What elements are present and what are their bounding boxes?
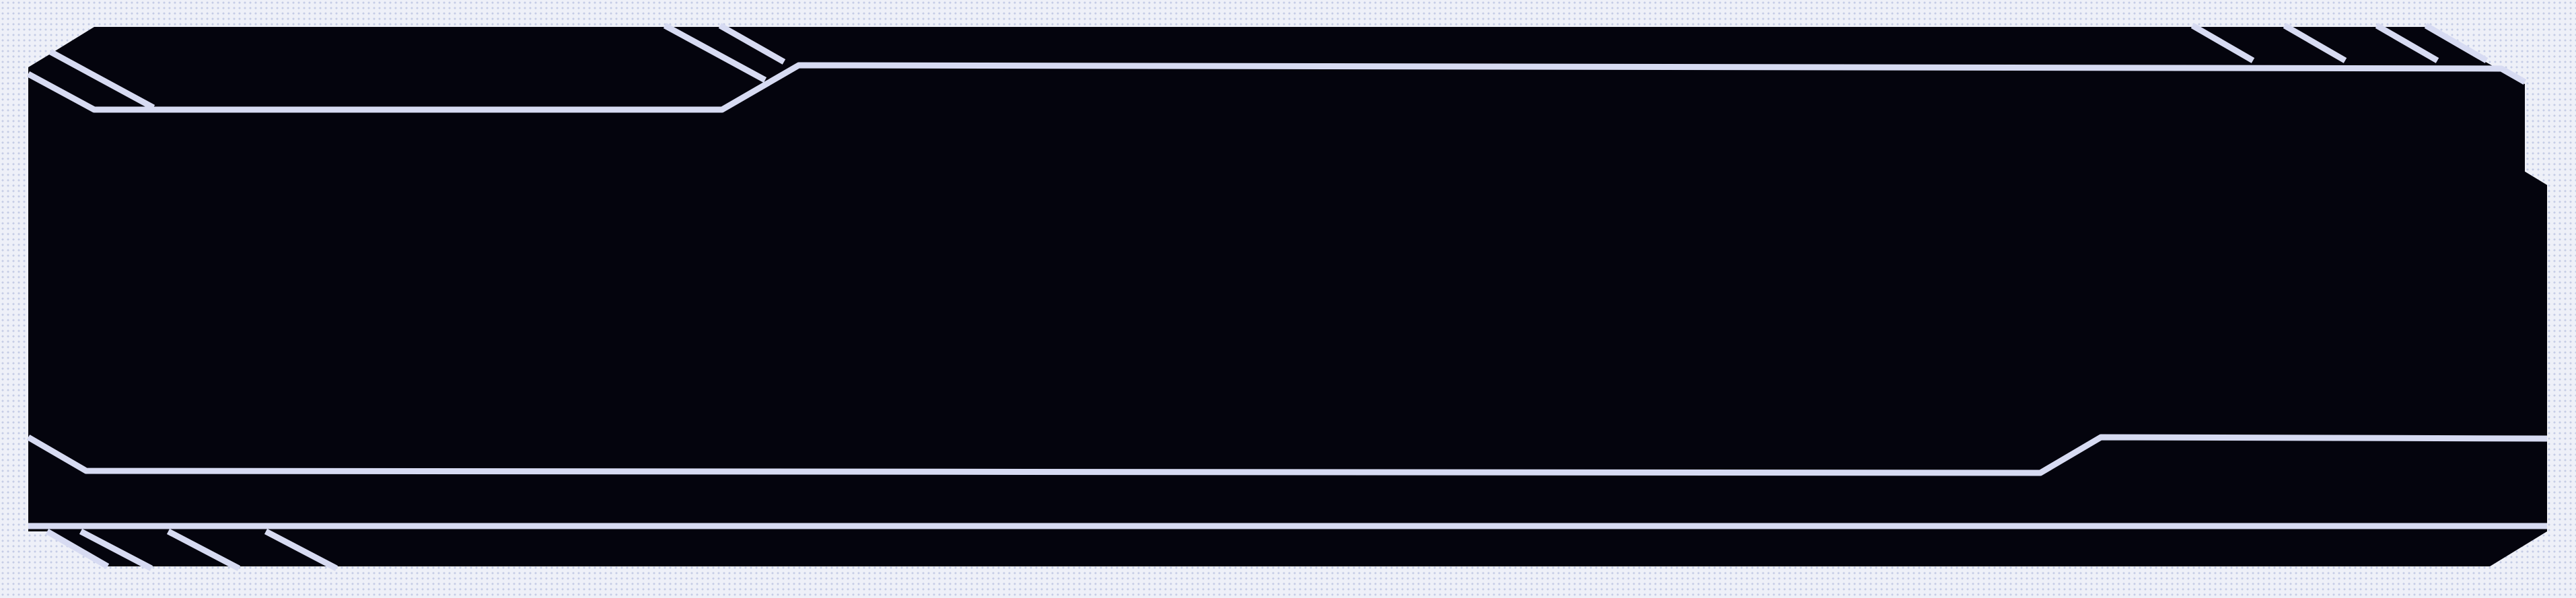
sci-fi-panel-frame	[0, 0, 2576, 598]
frame-graphic	[26, 23, 2548, 571]
